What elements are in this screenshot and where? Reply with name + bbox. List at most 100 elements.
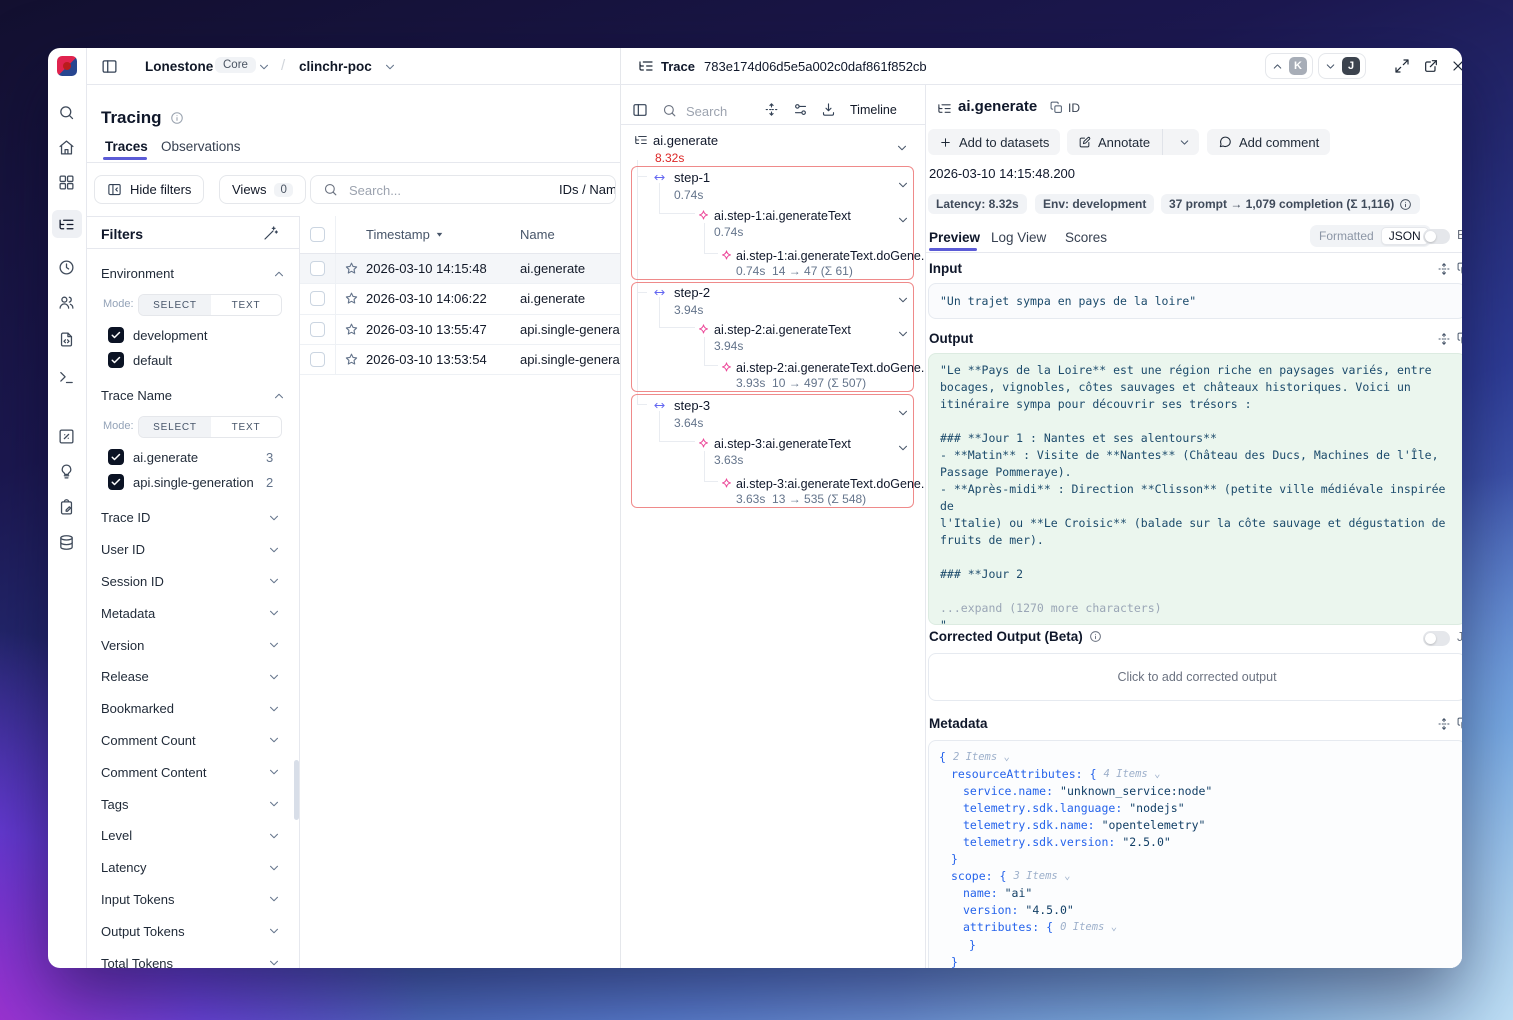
breadcrumb-project[interactable]: clinchr-poc xyxy=(299,59,372,74)
checkbox-default[interactable] xyxy=(108,352,124,368)
output-expand-link[interactable]: ...expand (1270 more characters) xyxy=(940,600,1454,617)
lightbulb-icon[interactable] xyxy=(58,463,75,480)
tree-generation-name[interactable]: ai.step-2:ai.generateText xyxy=(714,323,851,337)
external-link-icon[interactable] xyxy=(1423,58,1439,74)
filter-option-development[interactable]: development xyxy=(133,328,207,343)
format-segmented-control[interactable]: Formatted JSON xyxy=(1310,225,1431,247)
filter-section-total-tokens[interactable]: Total Tokens xyxy=(86,947,299,968)
id-label[interactable]: ID xyxy=(1068,101,1080,115)
table-row[interactable]: 2026-03-10 13:53:54 api.single-generatio… xyxy=(300,344,627,376)
mode-text-option[interactable]: TEXT xyxy=(211,417,281,437)
filter-section-release[interactable]: Release xyxy=(86,661,299,693)
json-line[interactable]: attributes:{0 Items xyxy=(929,919,1462,936)
mode-segmented-control[interactable]: SELECT TEXT xyxy=(138,416,282,438)
mode-select-option[interactable]: SELECT xyxy=(139,295,211,315)
json-line[interactable]: {2 Items xyxy=(929,748,1462,765)
filter-section-comment-count[interactable]: Comment Count xyxy=(86,725,299,757)
star-icon[interactable] xyxy=(344,352,359,367)
filter-option-default[interactable]: default xyxy=(133,353,172,368)
project-chevron-down-icon[interactable] xyxy=(383,60,397,74)
hide-filters-button[interactable]: Hide filters xyxy=(94,175,205,204)
chevron-down-icon[interactable] xyxy=(896,213,910,227)
prev-trace-control[interactable]: K xyxy=(1265,53,1313,79)
tree-generation-name[interactable]: ai.step-1:ai.generateText xyxy=(714,209,851,223)
filter-section-trace-id[interactable]: Trace ID xyxy=(86,502,299,534)
unfold-vertical-icon[interactable] xyxy=(1437,332,1451,346)
tree-panel-toggle-icon[interactable] xyxy=(632,102,648,118)
filter-section-tags[interactable]: Tags xyxy=(86,788,299,820)
row-checkbox[interactable] xyxy=(310,291,325,307)
filter-section-user-id[interactable]: User ID xyxy=(86,534,299,566)
tab-observations[interactable]: Observations xyxy=(161,139,241,154)
row-checkbox[interactable] xyxy=(310,321,325,337)
chevron-down-icon[interactable] xyxy=(895,141,909,155)
expand-icon[interactable] xyxy=(1394,58,1410,74)
copy-icon[interactable] xyxy=(1457,262,1462,275)
token-usage-badge[interactable]: 37 prompt → 1,079 completion (Σ 1,116) xyxy=(1161,194,1421,214)
next-trace-control[interactable]: J xyxy=(1318,53,1366,79)
org-chevron-down-icon[interactable] xyxy=(257,60,271,74)
corrected-output-box[interactable]: Click to add corrected output xyxy=(928,653,1462,701)
unfold-vertical-icon[interactable] xyxy=(1437,717,1451,731)
tab-preview[interactable]: Preview xyxy=(929,230,980,245)
filter-section-trace-name[interactable]: Trace Name xyxy=(101,388,172,403)
filter-section-level[interactable]: Level xyxy=(86,820,299,852)
search-icon[interactable] xyxy=(58,104,75,121)
row-checkbox[interactable] xyxy=(310,261,325,277)
table-row[interactable]: 2026-03-10 13:55:47 api.single-generatio… xyxy=(300,314,627,345)
formatted-option[interactable]: Formatted xyxy=(1312,229,1381,243)
checkbox-api-single-generation[interactable] xyxy=(108,474,124,490)
tab-log-view[interactable]: Log View xyxy=(991,230,1046,245)
json-line[interactable]: scope:{3 Items xyxy=(929,868,1462,885)
tree-step-name[interactable]: step-1 xyxy=(674,170,710,185)
column-name[interactable]: Name xyxy=(520,227,627,242)
sidebar-toggle-icon[interactable] xyxy=(101,58,118,75)
filter-section-input-tokens[interactable]: Input Tokens xyxy=(86,884,299,916)
dashboard-grid-icon[interactable] xyxy=(58,174,75,191)
filter-section-bookmarked[interactable]: Bookmarked xyxy=(86,693,299,725)
filter-option-api-single-generation[interactable]: api.single-generation xyxy=(133,475,254,490)
tree-step-name[interactable]: step-2 xyxy=(674,285,710,300)
playground-terminal-icon[interactable] xyxy=(58,369,75,386)
tree-search-input[interactable] xyxy=(684,97,758,125)
trace-id[interactable]: 783e174d06d5e5a002c0daf861f852cb xyxy=(704,59,927,74)
tab-scores[interactable]: Scores xyxy=(1065,230,1107,245)
prompts-file-icon[interactable] xyxy=(58,331,75,348)
tree-dogenerate-name[interactable]: ai.step-2:ai.generateText.doGene... xyxy=(736,361,931,375)
corrected-json-toggle[interactable] xyxy=(1423,631,1450,646)
select-all-checkbox[interactable] xyxy=(310,227,325,242)
filter-section-session-id[interactable]: Session ID xyxy=(86,566,299,598)
checkbox-ai-generate[interactable] xyxy=(108,449,124,465)
chevron-up-icon[interactable] xyxy=(272,267,286,281)
datasets-database-icon[interactable] xyxy=(58,534,75,551)
filter-section-latency[interactable]: Latency xyxy=(86,852,299,884)
trace-tree-icon[interactable] xyxy=(58,216,75,233)
star-icon[interactable] xyxy=(344,261,359,276)
info-icon[interactable] xyxy=(1089,630,1102,643)
copy-icon[interactable] xyxy=(1050,101,1063,114)
table-row[interactable]: 2026-03-10 14:15:48 ai.generate xyxy=(300,254,627,285)
mode-segmented-control[interactable]: SELECT TEXT xyxy=(138,294,282,316)
langfuse-logo[interactable] xyxy=(57,56,77,76)
timeline-toggle[interactable]: Timeline xyxy=(850,103,897,117)
copy-icon[interactable] xyxy=(1457,332,1462,345)
annotate-button[interactable]: Annotate xyxy=(1067,129,1200,155)
chevron-down-icon[interactable] xyxy=(896,327,910,341)
star-icon[interactable] xyxy=(344,291,359,306)
tab-traces[interactable]: Traces xyxy=(105,139,148,154)
filter-section-output-tokens[interactable]: Output Tokens xyxy=(86,915,299,947)
checkbox-development[interactable] xyxy=(108,327,124,343)
users-icon[interactable] xyxy=(58,294,75,311)
chevron-down-icon[interactable] xyxy=(896,178,910,192)
settings-sliders-icon[interactable] xyxy=(793,102,808,117)
filter-section-version[interactable]: Version xyxy=(86,629,299,661)
close-icon[interactable] xyxy=(1450,58,1462,74)
download-icon[interactable] xyxy=(821,102,836,117)
chevron-down-icon[interactable] xyxy=(1178,136,1191,149)
filter-section-comment-content[interactable]: Comment Content xyxy=(86,756,299,788)
copy-icon[interactable] xyxy=(1457,717,1462,730)
table-row[interactable]: 2026-03-10 14:06:22 ai.generate xyxy=(300,284,627,315)
chevron-down-icon[interactable] xyxy=(896,441,910,455)
json-option[interactable]: JSON xyxy=(1380,227,1429,245)
tree-step-name[interactable]: step-3 xyxy=(674,398,710,413)
